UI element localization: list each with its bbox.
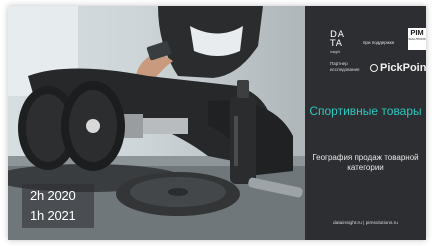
report-subtitle: География продаж товарной категории [312, 153, 419, 172]
pim-solutions-logo: PIM SOLUTIONS [408, 28, 426, 50]
report-cover-slide: 2h 2020 1h 2021 DA TA insight при поддер… [8, 6, 426, 240]
pickpoint-logo: PickPoint [370, 62, 426, 74]
fitness-illustration [8, 6, 305, 240]
partner-label: Партнер исследования [330, 61, 360, 72]
footer-links: datainsight.ru | pimsolutions.ru [333, 221, 398, 226]
period-label-1h-2021: 1h 2021 [30, 208, 76, 223]
support-text: при поддержке [363, 40, 395, 45]
period-label-2h-2020: 2h 2020 [30, 188, 76, 203]
fitness-photo: 2h 2020 1h 2021 [8, 6, 305, 240]
pickpoint-icon [370, 64, 378, 72]
title-panel: DA TA insight при поддержке PIM SOLUTION… [305, 6, 426, 240]
report-title: Спортивные товары [309, 104, 422, 118]
